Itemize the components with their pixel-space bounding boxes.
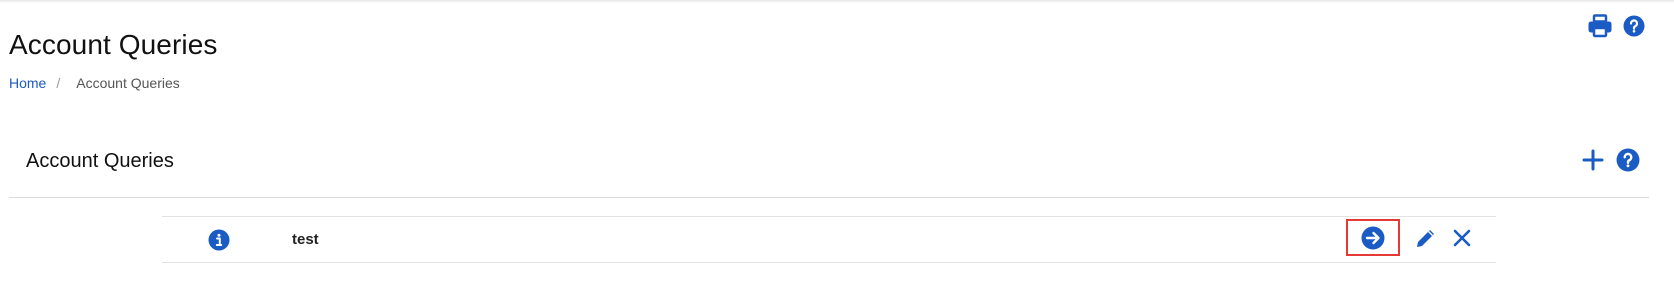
run-query-button[interactable] — [1346, 219, 1400, 256]
query-name[interactable]: test — [292, 231, 319, 248]
section-actions — [1582, 148, 1640, 172]
section-divider — [9, 197, 1649, 198]
header-actions — [1587, 14, 1645, 38]
breadcrumb-home-link[interactable]: Home — [9, 75, 46, 91]
breadcrumb-separator: / — [56, 75, 61, 91]
page-title: Account Queries — [9, 28, 218, 60]
help-icon[interactable] — [1623, 15, 1645, 37]
help-icon[interactable] — [1616, 148, 1640, 172]
delete-x-icon[interactable] — [1452, 228, 1472, 248]
section-title: Account Queries — [26, 150, 174, 172]
breadcrumb-current: Account Queries — [76, 75, 180, 91]
top-border — [0, 0, 1674, 3]
printer-icon[interactable] — [1587, 14, 1613, 38]
info-icon[interactable] — [208, 229, 230, 251]
edit-pencil-icon[interactable] — [1414, 226, 1438, 250]
breadcrumb: Home / Account Queries — [9, 75, 180, 91]
run-arrow-icon — [1361, 226, 1385, 249]
query-row-actions — [1346, 219, 1472, 256]
plus-icon[interactable] — [1582, 149, 1604, 171]
query-row: test — [162, 216, 1496, 263]
